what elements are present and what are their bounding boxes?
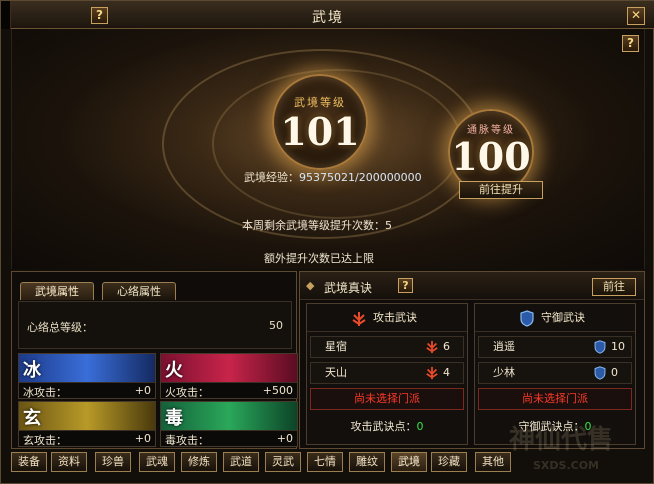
attack-points-value: 0 [416, 420, 424, 433]
poison-attack-stat: 毒 毒攻击： +0 [160, 401, 298, 447]
attack-skill-name: 天山 [325, 366, 347, 379]
realm-level-panel: ? 武境等级 101 通脉等级 100 武境经验：95375021/200000… [11, 29, 645, 269]
poison-glyph: 毒 [165, 408, 183, 429]
defense-art-title: 守御武诀 [541, 311, 585, 324]
tab-meridian-attributes[interactable]: 心络属性 [102, 282, 176, 300]
close-icon[interactable]: ✕ [627, 7, 645, 25]
attack-skill-row[interactable]: 天山 4 [310, 362, 464, 384]
defense-skill-count: 10 [611, 340, 625, 353]
defense-skill-name: 逍遥 [493, 340, 515, 353]
ice-glyph: 冰 [23, 360, 41, 381]
tab-collection[interactable]: 珍藏 [431, 452, 467, 472]
defense-art-header: 守御武诀 [475, 304, 635, 332]
realm-exp-value: 95375021/200000000 [299, 171, 422, 184]
attribute-panel: 武境属性 心络属性 心络总等级： 50 冰 冰攻击： +0 火 火攻击： +500 … [11, 271, 298, 449]
defense-skill-name: 少林 [493, 366, 515, 379]
tab-cultivation[interactable]: 修炼 [181, 452, 217, 472]
extra-limit-text: 额外提升次数已达上限 [264, 252, 374, 265]
tab-martial-path[interactable]: 武道 [223, 452, 259, 472]
attack-points-label: 攻击武诀点： [350, 420, 417, 433]
realm-level-value: 101 [280, 109, 360, 154]
realm-level-orb: 武境等级 101 [272, 74, 368, 170]
attack-art-title: 攻击武诀 [373, 311, 417, 324]
weekly-upgrades-label: 本周剩余武境等级提升次数： [242, 219, 385, 232]
ice-attack-stat: 冰 冰攻击： +0 [18, 353, 156, 399]
attack-unselected-sect[interactable]: 尚未选择门派 [310, 388, 464, 410]
defense-skill-row[interactable]: 少林 0 [478, 362, 632, 384]
tab-carving[interactable]: 雕纹 [349, 452, 385, 472]
attack-emblem-icon [352, 312, 366, 326]
realm-exp-text: 武境经验：95375021/200000000 [244, 169, 422, 185]
fire-glyph: 火 [165, 360, 183, 381]
fire-attack-stat: 火 火攻击： +500 [160, 353, 298, 399]
tab-spirit-weapon[interactable]: 灵武 [265, 452, 301, 472]
weekly-upgrades-text: 本周剩余武境等级提升次数：5 [242, 217, 392, 233]
ice-attack-label: 冰攻击： [23, 386, 67, 399]
meridian-level-value: 100 [451, 134, 531, 179]
attack-emblem-icon [426, 340, 438, 354]
realm-level-label: 武境等级 [294, 96, 346, 109]
true-art-header: ◆ 武境真诀 ? 前往 [300, 272, 644, 300]
game-window: ? 武境 ✕ ? 武境等级 101 通脉等级 100 武境经验：95375021… [0, 0, 654, 484]
panel-help-question-icon[interactable]: ? [622, 35, 639, 52]
attack-skill-count: 4 [443, 366, 450, 379]
poison-attack-value: +0 [276, 432, 293, 445]
attack-skill-count: 6 [443, 340, 450, 353]
fire-attack-label: 火攻击： [165, 386, 209, 399]
attack-emblem-icon [426, 366, 438, 380]
attack-art-column: 攻击武诀 星宿 6 天山 4 尚未选择门派 攻击武诀点：0 [306, 303, 468, 445]
tab-profile[interactable]: 资料 [51, 452, 87, 472]
ice-attack-line: 冰攻击： +0 [19, 382, 155, 399]
meridian-total-value: 50 [269, 319, 283, 332]
poison-attack-label: 毒攻击： [165, 434, 209, 447]
realm-exp-label: 武境经验： [244, 171, 299, 184]
shield-icon [594, 366, 606, 380]
defense-skill-row[interactable]: 逍遥 10 [478, 336, 632, 358]
mystic-attack-line: 玄攻击： +0 [19, 430, 155, 447]
tab-emotions[interactable]: 七情 [307, 452, 343, 472]
window-title: 武境 [312, 10, 344, 26]
mystic-attack-value: +0 [134, 432, 151, 445]
mystic-attack-label: 玄攻击： [23, 434, 67, 447]
tab-realm-attributes[interactable]: 武境属性 [20, 282, 94, 300]
mystic-attack-stat: 玄 玄攻击： +0 [18, 401, 156, 447]
watermark-brand: 神仙代售 [509, 425, 614, 455]
weekly-upgrades-value: 5 [385, 219, 392, 232]
watermark-url: SXDS.COM [533, 459, 600, 472]
poison-attack-line: 毒攻击： +0 [161, 430, 297, 447]
attack-skill-name: 星宿 [325, 340, 347, 353]
shield-icon [594, 340, 606, 354]
tab-equipment[interactable]: 装备 [11, 452, 47, 472]
meridian-total-label: 心络总等级： [27, 321, 93, 334]
defense-skill-count: 0 [611, 366, 618, 379]
tab-other[interactable]: 其他 [475, 452, 511, 472]
true-art-ornament-icon: ◆ [306, 279, 315, 292]
attack-skill-row[interactable]: 星宿 6 [310, 336, 464, 358]
goto-button[interactable]: 前往 [592, 278, 636, 296]
shield-icon [520, 310, 534, 327]
meridian-total-row: 心络总等级： 50 [18, 301, 292, 349]
tab-martial-realm[interactable]: 武境 [391, 452, 427, 472]
true-art-title: 武境真诀 [324, 281, 373, 295]
mystic-glyph: 玄 [23, 408, 41, 429]
fire-attack-line: 火攻击： +500 [161, 382, 297, 399]
true-art-help-icon[interactable]: ? [398, 278, 413, 293]
tab-pets[interactable]: 珍兽 [95, 452, 131, 472]
tab-martial-soul[interactable]: 武魂 [139, 452, 175, 472]
attack-art-header: 攻击武诀 [307, 304, 467, 332]
defense-unselected-sect[interactable]: 尚未选择门派 [478, 388, 632, 410]
title-bar[interactable]: ? 武境 ✕ [1, 1, 654, 29]
attack-points-row: 攻击武诀点：0 [307, 416, 467, 438]
fire-attack-value: +500 [262, 384, 293, 397]
goto-upgrade-button[interactable]: 前往提升 [459, 181, 543, 199]
ice-attack-value: +0 [134, 384, 151, 397]
